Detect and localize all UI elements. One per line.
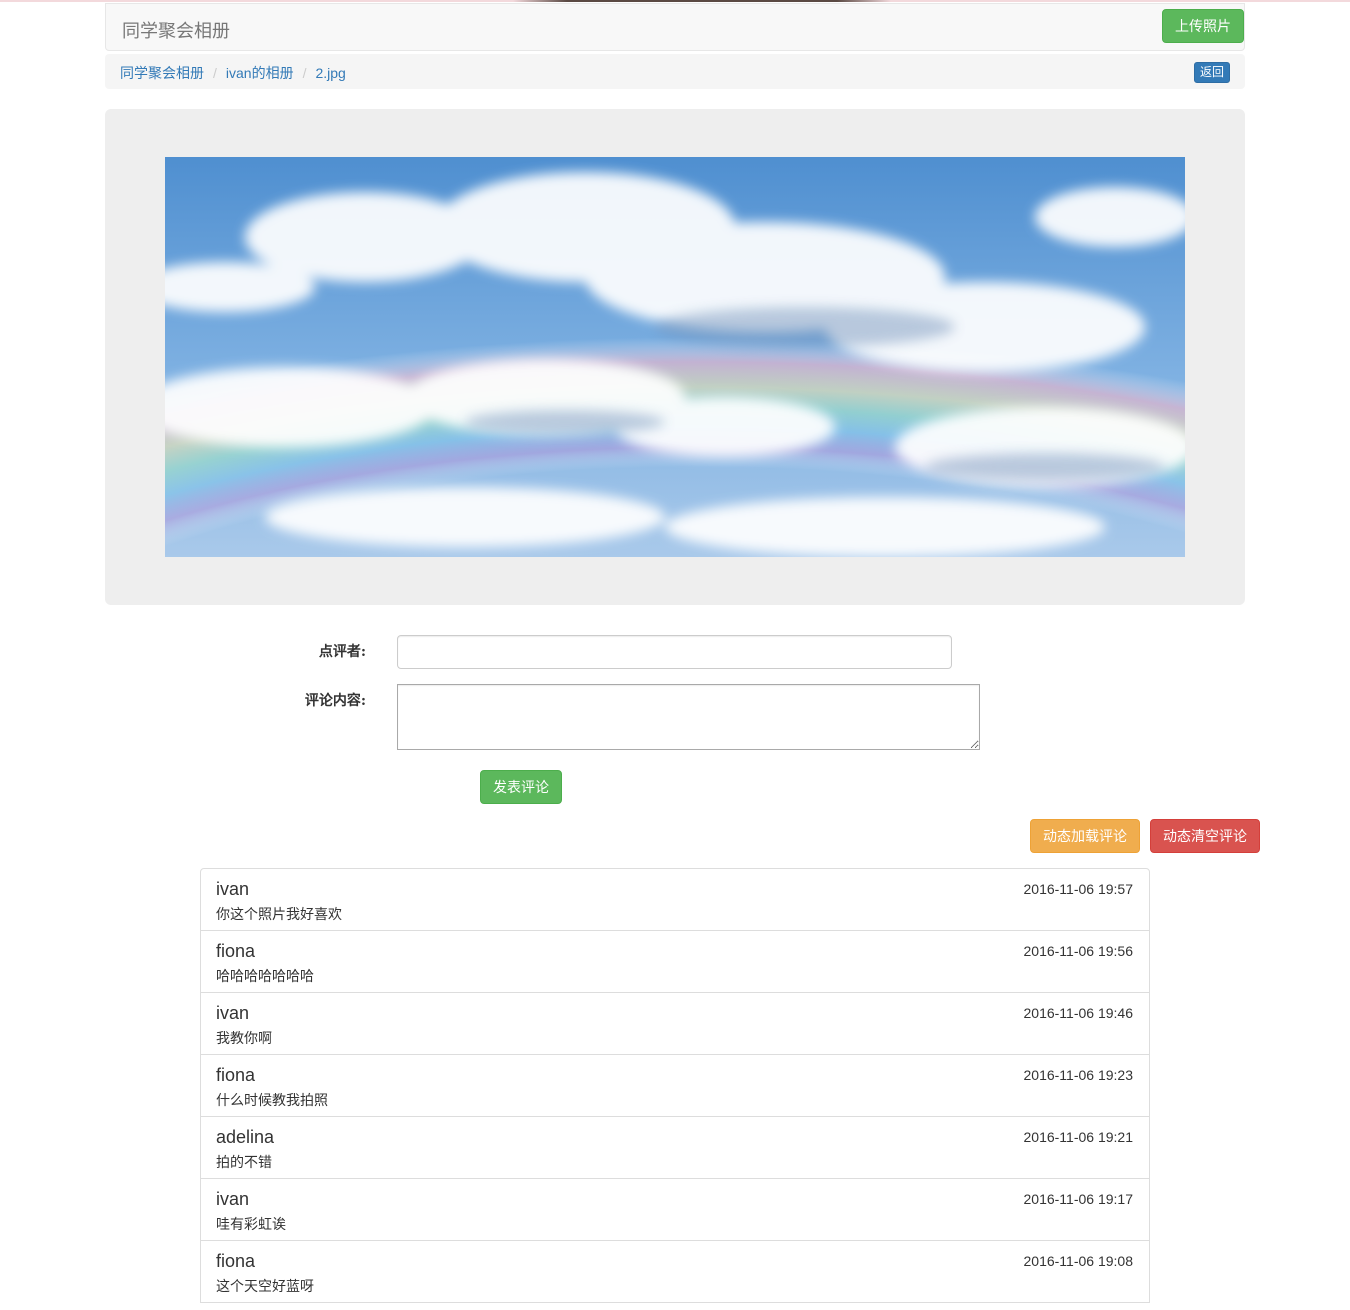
comment-content-textarea[interactable] [397, 684, 980, 750]
comment-timestamp: 2016-11-06 19:17 [1023, 1191, 1134, 1207]
breadcrumb-item-user-album[interactable]: ivan的相册 [226, 65, 294, 81]
comment-item: ivan 2016-11-06 19:46 我教你啊 [200, 992, 1150, 1055]
navbar: 同学聚会相册 [105, 3, 1245, 51]
comment-timestamp: 2016-11-06 19:46 [1023, 1005, 1134, 1021]
comment-timestamp: 2016-11-06 19:21 [1023, 1129, 1134, 1145]
back-button[interactable]: 返回 [1194, 62, 1230, 83]
breadcrumb-item-photo[interactable]: 2.jpg [315, 65, 345, 81]
breadcrumb-item-album[interactable]: 同学聚会相册 [120, 65, 204, 81]
comment-item: fiona 2016-11-06 19:08 这个天空好蓝呀 [200, 1240, 1150, 1303]
navbar-brand[interactable]: 同学聚会相册 [122, 17, 230, 43]
comment-item: fiona 2016-11-06 19:56 哈哈哈哈哈哈哈 [200, 930, 1150, 993]
comment-text: 你这个照片我好喜欢 [216, 906, 342, 922]
comment-timestamp: 2016-11-06 19:08 [1023, 1253, 1134, 1269]
comment-author: ivan [216, 879, 250, 899]
comment-item: ivan 2016-11-06 19:57 你这个照片我好喜欢 [200, 868, 1150, 931]
breadcrumb-separator: / [302, 65, 307, 81]
comment-text: 我教你啊 [216, 1030, 272, 1046]
comment-author: fiona [216, 941, 256, 961]
breadcrumb-trail: 同学聚会相册 / ivan的相册 / 2.jpg [120, 63, 346, 83]
photo-panel [105, 109, 1245, 605]
photo-image [165, 157, 1185, 557]
comment-author: ivan [216, 1003, 250, 1023]
comment-text: 哇有彩虹诶 [216, 1216, 286, 1232]
submit-comment-button[interactable]: 发表评论 [480, 770, 562, 804]
comment-content-label: 评论内容: [304, 693, 366, 709]
breadcrumb: 同学聚会相册 / ivan的相册 / 2.jpg [105, 54, 1245, 89]
upload-photo-button[interactable]: 上传照片 [1162, 9, 1244, 43]
comment-timestamp: 2016-11-06 19:23 [1023, 1067, 1134, 1083]
comment-item: fiona 2016-11-06 19:23 什么时候教我拍照 [200, 1054, 1150, 1117]
comment-text: 哈哈哈哈哈哈哈 [216, 968, 314, 984]
comment-author: fiona [216, 1065, 256, 1085]
comment-timestamp: 2016-11-06 19:57 [1023, 881, 1134, 897]
comment-timestamp: 2016-11-06 19:56 [1023, 943, 1134, 959]
comment-author: fiona [216, 1251, 256, 1271]
comment-item: ivan 2016-11-06 19:17 哇有彩虹诶 [200, 1178, 1150, 1241]
load-comments-button[interactable]: 动态加载评论 [1030, 819, 1140, 853]
comment-author: adelina [216, 1127, 275, 1147]
comment-list: ivan 2016-11-06 19:57 你这个照片我好喜欢 fiona 20… [200, 868, 1150, 1303]
clear-comments-button[interactable]: 动态清空评论 [1150, 819, 1260, 853]
comment-author: ivan [216, 1189, 250, 1209]
comment-text: 这个天空好蓝呀 [216, 1278, 314, 1294]
comment-text: 什么时候教我拍照 [216, 1092, 328, 1108]
comment-item: adelina 2016-11-06 19:21 拍的不错 [200, 1116, 1150, 1179]
breadcrumb-separator: / [213, 65, 217, 81]
reviewer-input[interactable] [397, 635, 952, 669]
top-decoration-strip [0, 0, 1350, 2]
reviewer-label: 点评者: [318, 644, 366, 660]
comment-text: 拍的不错 [216, 1154, 272, 1170]
